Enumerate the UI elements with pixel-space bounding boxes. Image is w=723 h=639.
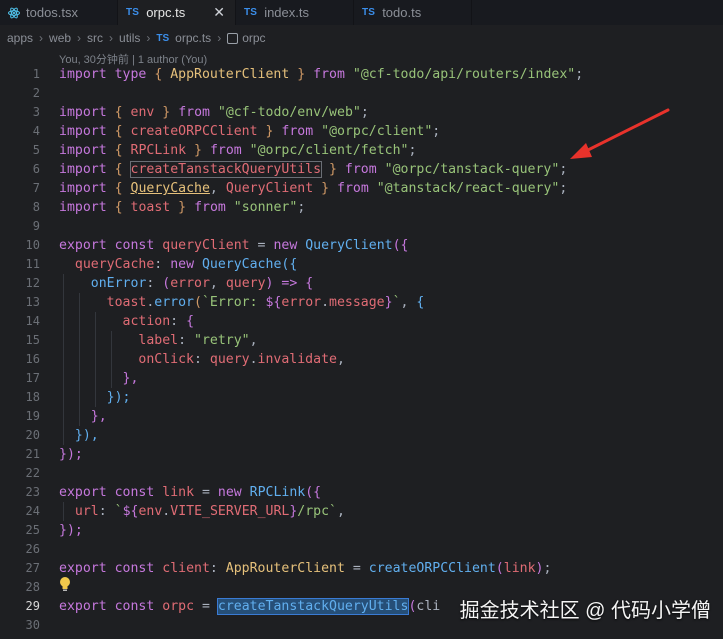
line-number: 5: [32, 143, 40, 157]
symbol-variable-icon: [227, 32, 239, 44]
line-number: 28: [25, 580, 40, 594]
code-line-18: });: [106, 390, 131, 405]
code-line-21: });: [59, 447, 83, 462]
code-line-1: import type { AppRouterClient } from "@c…: [59, 67, 584, 82]
highlighted-symbol: createTanstackQueryUtils: [129, 161, 323, 178]
line-number: 4: [32, 124, 40, 138]
code-line-27: export const client: AppRouterClient = c…: [59, 561, 552, 576]
line-number: 25: [25, 523, 40, 537]
code-line-24: url: `${env.VITE_SERVER_URL}/rpc`,: [74, 504, 345, 519]
line-number: 6: [32, 162, 40, 176]
chevron-right-icon: ›: [146, 31, 151, 45]
tab-orpc-ts[interactable]: TS orpc.ts ✕: [118, 0, 236, 25]
code-line-19: },: [90, 409, 107, 424]
tab-label: index.ts: [264, 5, 309, 20]
line-number: 2: [32, 86, 40, 100]
line-number: 19: [25, 409, 40, 423]
code-line-11: queryCache: new QueryCache({: [74, 257, 298, 272]
line-number: 18: [25, 390, 40, 404]
selected-text: createTanstackQueryUtils: [216, 598, 410, 615]
annotation-arrow: [570, 108, 670, 159]
line-number: 1: [32, 67, 40, 81]
line-number: 26: [25, 542, 40, 556]
chevron-right-icon: ›: [217, 31, 222, 45]
line-number: 17: [25, 371, 40, 385]
line-number: 16: [25, 352, 40, 366]
tab-label: orpc.ts: [146, 5, 186, 20]
code-line-8: import { toast } from "sonner";: [59, 200, 306, 215]
code-line-16: onClick: query.invalidate,: [138, 352, 345, 367]
line-number-gutter: 1 2 3 4 5 6 7 8 9 10 11 12 13 14 15 16 17 18 19 20 21 22 23 24 2…: [0, 65, 40, 635]
typescript-file-icon: TS: [156, 32, 170, 44]
chevron-right-icon: ›: [77, 31, 82, 45]
watermark: 掘金技术社区 @ 代码小学僧: [459, 600, 711, 622]
line-number: 15: [25, 333, 40, 347]
breadcrumb-item[interactable]: apps: [7, 31, 33, 45]
code-line-10: export const queryClient = new QueryClie…: [59, 238, 409, 253]
editor-tab-bar: todos.tsx TS orpc.ts ✕ TS index.ts TS to…: [0, 0, 723, 25]
code-line-17: },: [122, 371, 139, 386]
code-line-25: });: [59, 523, 83, 538]
line-number: 13: [25, 295, 40, 309]
line-number: 30: [25, 618, 40, 632]
breadcrumb-item[interactable]: src: [87, 31, 103, 45]
line-number: 8: [32, 200, 40, 214]
react-file-icon: [8, 7, 20, 19]
typescript-file-icon: TS: [362, 7, 376, 18]
typescript-file-icon: TS: [244, 7, 258, 18]
breadcrumb-item[interactable]: orpc: [242, 31, 265, 45]
line-number: 12: [25, 276, 40, 290]
line-number: 21: [25, 447, 40, 461]
line-number: 14: [25, 314, 40, 328]
close-icon[interactable]: ✕: [213, 4, 225, 21]
tab-label: todo.ts: [382, 5, 422, 20]
tab-todos-tsx[interactable]: todos.tsx: [0, 0, 118, 25]
breadcrumb-item[interactable]: web: [49, 31, 71, 45]
code-line-23: export const link = new RPCLink({: [59, 485, 322, 500]
line-number: 22: [25, 466, 40, 480]
line-number: 27: [25, 561, 40, 575]
line-number: 10: [25, 238, 40, 252]
tab-todo-ts[interactable]: TS todo.ts: [354, 0, 472, 25]
tab-label: todos.tsx: [26, 5, 79, 20]
breadcrumb-item[interactable]: utils: [119, 31, 140, 45]
tab-index-ts[interactable]: TS index.ts: [236, 0, 354, 25]
breadcrumb-item[interactable]: orpc.ts: [175, 31, 211, 45]
code-line-12: onError: (error, query) => {: [90, 276, 314, 291]
code-line-20: }),: [74, 428, 99, 443]
code-line-14: action: {: [122, 314, 195, 329]
line-number: 11: [25, 257, 40, 271]
code-line-7: import { QueryCache, QueryClient } from …: [59, 181, 568, 196]
lightbulb-icon[interactable]: [58, 576, 72, 592]
chevron-right-icon: ›: [39, 31, 44, 45]
line-number: 29: [25, 599, 40, 613]
line-number: 9: [32, 219, 40, 233]
typescript-file-icon: TS: [126, 7, 140, 18]
line-number: 3: [32, 105, 40, 119]
line-number: 24: [25, 504, 40, 518]
line-number: 23: [25, 485, 40, 499]
line-number: 20: [25, 428, 40, 442]
code-line-13: toast.error(`Error: ${error.message}`, {: [106, 295, 425, 310]
code-line-15: label: "retry",: [138, 333, 258, 348]
line-number: 7: [32, 181, 40, 195]
chevron-right-icon: ›: [109, 31, 114, 45]
breadcrumb: apps › web › src › utils › TS orpc.ts › orpc: [0, 29, 723, 47]
